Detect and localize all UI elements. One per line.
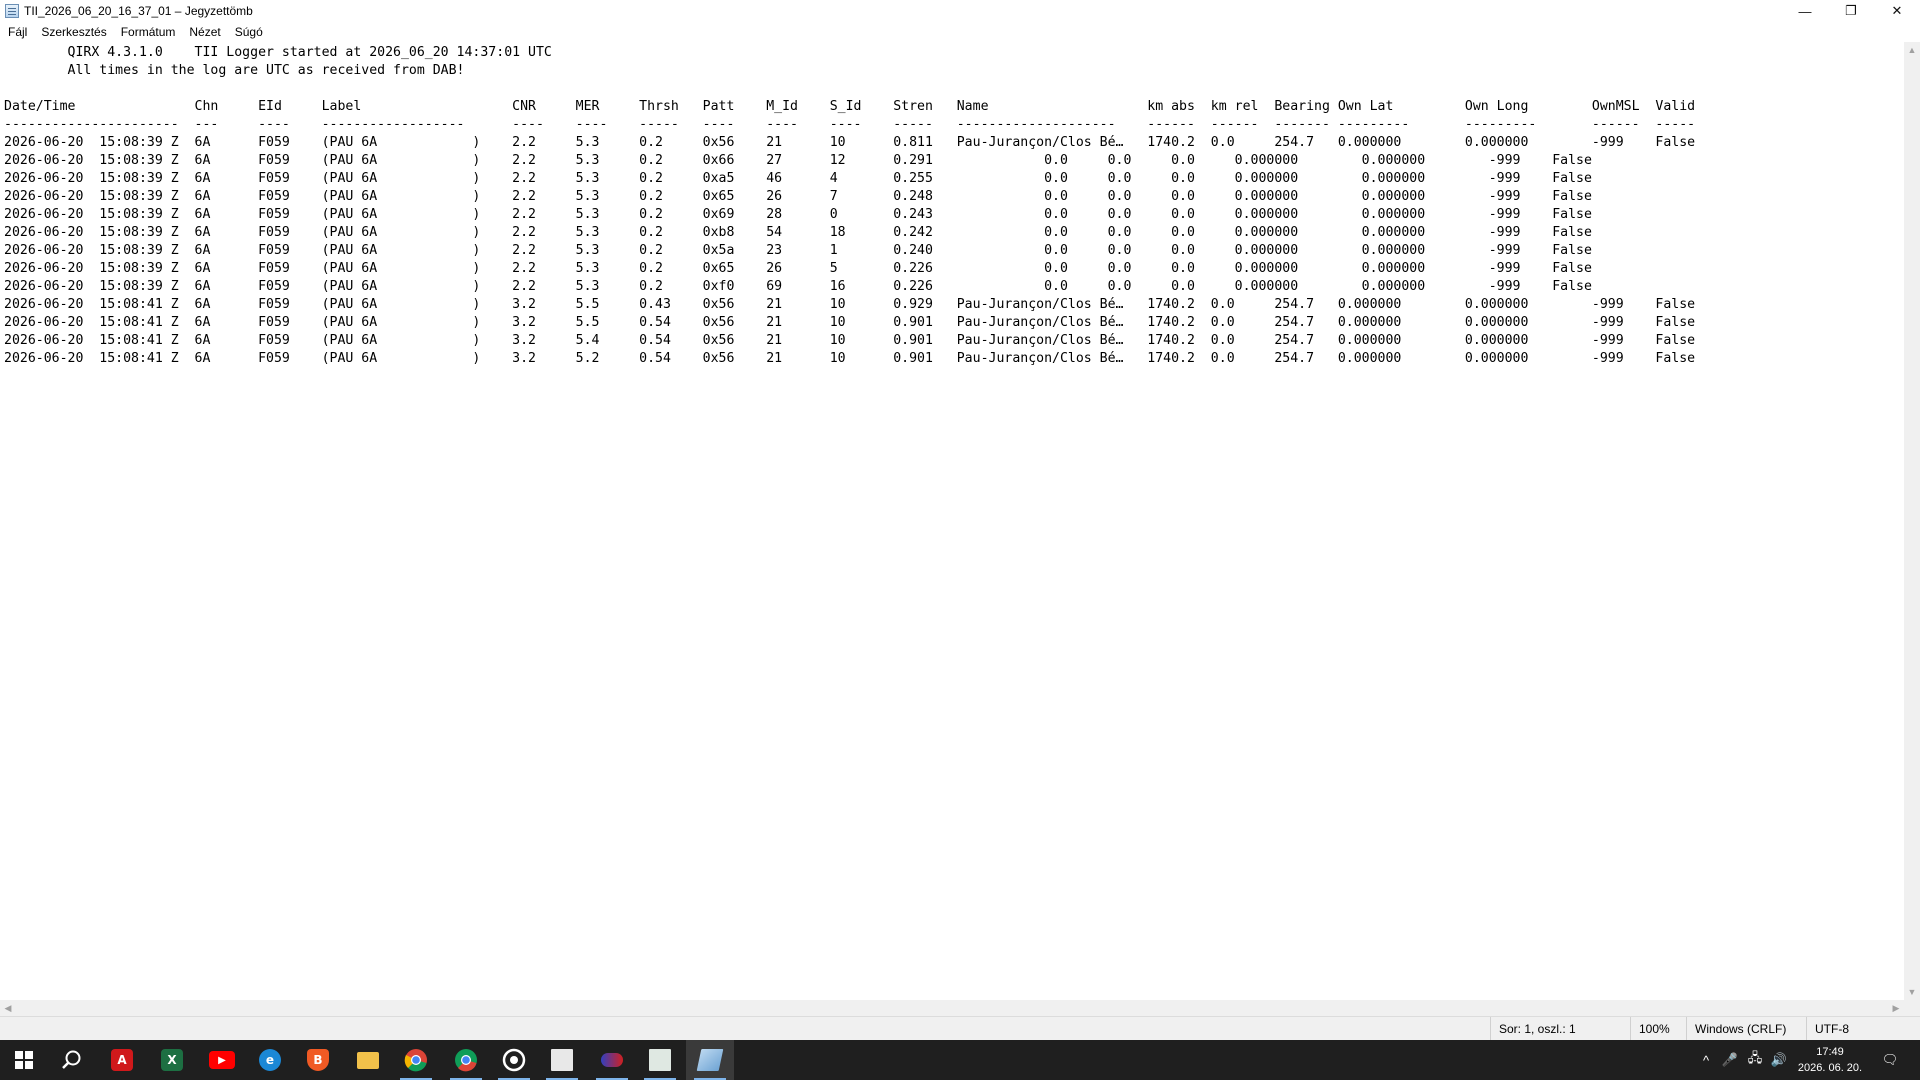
document-text[interactable]: QIRX 4.3.1.0 TII Logger started at 2026_… (0, 42, 1904, 368)
notepad-icon (696, 1049, 724, 1071)
taskbar-sheet-app[interactable] (636, 1040, 684, 1080)
clock-date: 2026. 06. 20. (1797, 1062, 1863, 1074)
scroll-down-icon[interactable]: ▼ (1904, 984, 1920, 1000)
log-row: 2026-06-20 15:08:39 Z 6A F059 (PAU 6A ) … (4, 279, 1592, 294)
menu-file[interactable]: Fájl (2, 25, 33, 39)
log-row: 2026-06-20 15:08:39 Z 6A F059 (PAU 6A ) … (4, 261, 1592, 276)
log-row: 2026-06-20 15:08:39 Z 6A F059 (PAU 6A ) … (4, 225, 1592, 240)
status-bar: Sor: 1, oszl.: 1 100% Windows (CRLF) UTF… (0, 1016, 1920, 1040)
scroll-up-icon[interactable]: ▲ (1904, 42, 1920, 58)
log-row: 2026-06-20 15:08:39 Z 6A F059 (PAU 6A ) … (4, 171, 1592, 186)
taskbar-dab-app[interactable] (588, 1040, 636, 1080)
encoding: UTF-8 (1806, 1017, 1920, 1040)
chrome-alt-icon (455, 1049, 477, 1072)
log-row: 2026-06-20 15:08:39 Z 6A F059 (PAU 6A ) … (4, 189, 1592, 204)
taskbar-sdr-app[interactable] (538, 1040, 586, 1080)
notepad-icon (5, 4, 19, 18)
show-hidden-icons[interactable]: ^ (1696, 1040, 1716, 1080)
scroll-left-icon[interactable]: ◀ (0, 1000, 16, 1016)
sheet-app-icon (649, 1049, 671, 1071)
acrobat-icon: A (111, 1049, 133, 1071)
network-icon[interactable]: 🖧 (1744, 1040, 1766, 1080)
notifications-icon[interactable]: 🗨 (1876, 1040, 1904, 1080)
taskbar-edge[interactable]: e (246, 1040, 294, 1080)
menu-edit[interactable]: Szerkesztés (35, 25, 112, 39)
taskbar-app[interactable] (490, 1040, 538, 1080)
log-row: 2026-06-20 15:08:39 Z 6A F059 (PAU 6A ) … (4, 207, 1592, 222)
horizontal-scrollbar[interactable]: ◀ ▶ (0, 1000, 1904, 1016)
minimize-button[interactable]: — (1782, 0, 1828, 22)
zoom-level: 100% (1630, 1017, 1686, 1040)
file-explorer-icon (357, 1051, 379, 1069)
taskbar-youtube[interactable]: ▶ (198, 1040, 246, 1080)
log-row: 2026-06-20 15:08:41 Z 6A F059 (PAU 6A ) … (4, 351, 1696, 366)
clock-time: 17:49 (1816, 1046, 1844, 1058)
text-editor[interactable]: QIRX 4.3.1.0 TII Logger started at 2026_… (0, 42, 1904, 1000)
taskbar-excel[interactable]: X (148, 1040, 196, 1080)
menu-format[interactable]: Formátum (115, 25, 182, 39)
scroll-right-icon[interactable]: ▶ (1888, 1000, 1904, 1016)
windows-logo-icon (15, 1051, 33, 1069)
taskbar-chrome-alt[interactable] (442, 1040, 490, 1080)
menu-view[interactable]: Nézet (183, 25, 226, 39)
taskbar-notepad[interactable] (686, 1040, 734, 1080)
cursor-position: Sor: 1, oszl.: 1 (1490, 1017, 1630, 1040)
taskbar: A X ▶ e B ^ 🎤 🖧 🔊 17:49 2026. 06. 20. 🗨 (0, 1040, 1920, 1080)
line-ending: Windows (CRLF) (1686, 1017, 1806, 1040)
sdr-app-icon (551, 1049, 573, 1071)
restore-button[interactable]: ❐ (1828, 0, 1874, 22)
close-button[interactable]: ✕ (1874, 0, 1920, 22)
log-row: 2026-06-20 15:08:39 Z 6A F059 (PAU 6A ) … (4, 243, 1592, 258)
window-controls: — ❐ ✕ (1782, 0, 1920, 22)
search-icon (62, 1050, 81, 1069)
app-icon (502, 1048, 526, 1072)
column-separator: ---------------------- --- ---- --------… (4, 117, 1696, 132)
column-header: Date/Time Chn EId Label CNR MER Thrsh Pa… (4, 99, 1696, 114)
header-line: All times in the log are UTC as received… (4, 63, 465, 78)
log-row: 2026-06-20 15:08:39 Z 6A F059 (PAU 6A ) … (4, 135, 1696, 150)
brave-icon: B (307, 1049, 329, 1071)
scrollbar-corner (1904, 1000, 1920, 1016)
start-button[interactable] (0, 1040, 48, 1080)
taskbar-brave[interactable]: B (294, 1040, 342, 1080)
title-bar: TII_2026_06_20_16_37_01 – Jegyzettömb — … (0, 0, 1920, 22)
search-button[interactable] (48, 1040, 96, 1080)
clock[interactable]: 17:49 2026. 06. 20. (1790, 1040, 1870, 1080)
microphone-icon[interactable]: 🎤 (1720, 1040, 1740, 1080)
chrome-icon (404, 1049, 427, 1072)
volume-icon[interactable]: 🔊 (1768, 1040, 1790, 1080)
youtube-icon: ▶ (209, 1051, 235, 1069)
vertical-scrollbar[interactable]: ▲ ▼ (1904, 42, 1920, 1000)
window-title: TII_2026_06_20_16_37_01 – Jegyzettömb (24, 4, 253, 18)
log-row: 2026-06-20 15:08:39 Z 6A F059 (PAU 6A ) … (4, 153, 1592, 168)
log-row: 2026-06-20 15:08:41 Z 6A F059 (PAU 6A ) … (4, 315, 1696, 330)
menu-help[interactable]: Súgó (229, 25, 269, 39)
taskbar-acrobat[interactable]: A (98, 1040, 146, 1080)
taskbar-file-explorer[interactable] (344, 1040, 392, 1080)
log-row: 2026-06-20 15:08:41 Z 6A F059 (PAU 6A ) … (4, 297, 1696, 312)
dab-app-icon (601, 1053, 623, 1067)
taskbar-chrome[interactable] (392, 1040, 440, 1080)
menu-bar: Fájl Szerkesztés Formátum Nézet Súgó (0, 22, 1920, 42)
header-line: QIRX 4.3.1.0 TII Logger started at 2026_… (4, 45, 552, 60)
edge-icon: e (259, 1049, 281, 1071)
excel-icon: X (161, 1049, 183, 1071)
log-row: 2026-06-20 15:08:41 Z 6A F059 (PAU 6A ) … (4, 333, 1696, 348)
